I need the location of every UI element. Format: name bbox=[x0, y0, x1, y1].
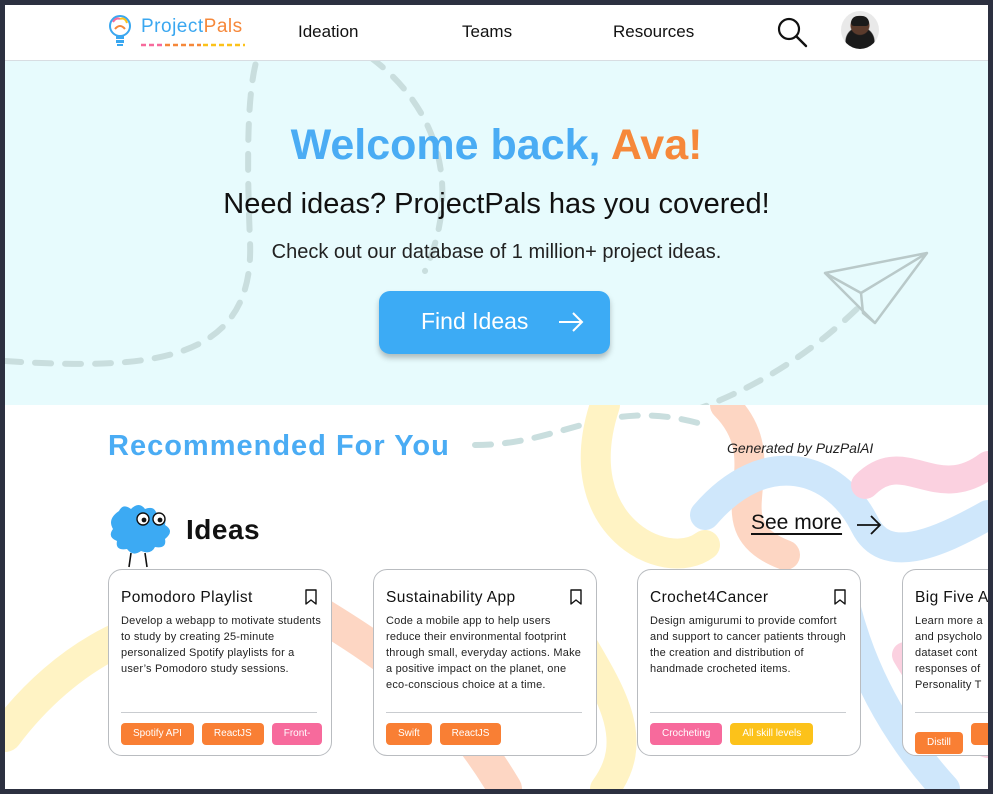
tag-chip[interactable] bbox=[970, 723, 988, 745]
avatar-hair bbox=[851, 16, 869, 26]
bookmark-icon[interactable] bbox=[569, 589, 583, 605]
card-divider bbox=[650, 712, 846, 713]
tag-chip[interactable]: Distill bbox=[915, 732, 963, 754]
card-divider bbox=[121, 712, 317, 713]
idea-card[interactable]: Pomodoro Playlist Develop a webapp to mo… bbox=[108, 569, 332, 756]
tag-list: Spotify API ReactJS Front- bbox=[121, 723, 330, 745]
idea-card[interactable]: Sustainability App Code a mobile app to … bbox=[373, 569, 597, 756]
bookmark-icon[interactable] bbox=[833, 589, 847, 605]
find-ideas-button[interactable]: Find Ideas bbox=[379, 291, 610, 354]
card-divider bbox=[915, 712, 988, 713]
idea-card-description: Code a mobile app to help users reduce t… bbox=[386, 615, 582, 691]
tag-chip[interactable]: Spotify API bbox=[121, 723, 194, 745]
tag-chip[interactable]: Swift bbox=[386, 723, 432, 745]
tag-list: Swift ReactJS bbox=[386, 723, 509, 745]
tag-chip[interactable]: ReactJS bbox=[439, 723, 502, 745]
idea-card[interactable]: Crochet4Cancer Design amigurumi to provi… bbox=[637, 569, 861, 756]
nav-resources[interactable]: Resources bbox=[613, 22, 694, 42]
search-icon[interactable] bbox=[775, 15, 809, 49]
user-name: Ava! bbox=[610, 121, 703, 169]
idea-card-description: Design amigurumi to provide comfort and … bbox=[650, 615, 846, 675]
logo-part-pals: Pals bbox=[203, 16, 243, 37]
top-navigation-bar: ProjectPals Ideation Teams Resources bbox=[5, 5, 988, 61]
tag-chip[interactable]: ReactJS bbox=[201, 723, 264, 745]
hero-description: Check out our database of 1 million+ pro… bbox=[271, 241, 722, 263]
logo-wordmark: ProjectPals bbox=[141, 16, 243, 38]
nav-teams[interactable]: Teams bbox=[462, 22, 512, 42]
welcome-heading: Welcome back, Ava! bbox=[5, 121, 988, 170]
tag-chip[interactable]: Crocheting bbox=[650, 723, 723, 745]
user-avatar[interactable] bbox=[841, 11, 879, 49]
app-window: ProjectPals Ideation Teams Resources Wel… bbox=[5, 5, 988, 789]
nav-ideation[interactable]: Ideation bbox=[298, 22, 359, 42]
tag-chip[interactable]: Front- bbox=[271, 723, 323, 745]
logo-part-project: Project bbox=[141, 16, 204, 37]
arrow-right-icon bbox=[559, 312, 584, 332]
lightbulb-logo-icon bbox=[109, 15, 131, 46]
find-ideas-label: Find Ideas bbox=[421, 308, 529, 334]
idea-card-title: Pomodoro Playlist bbox=[121, 589, 253, 606]
recommended-heading: Recommended For You bbox=[108, 430, 450, 462]
idea-card-title: Big Five A bbox=[915, 589, 988, 606]
logo-underline bbox=[141, 43, 245, 47]
idea-card-title: Sustainability App bbox=[386, 589, 516, 606]
bookmark-icon[interactable] bbox=[304, 589, 318, 605]
ideas-heading: Ideas bbox=[186, 514, 261, 545]
see-more-link[interactable]: See more bbox=[751, 511, 842, 535]
tag-list: Crocheting All skill levels bbox=[650, 723, 821, 745]
idea-card-title: Crochet4Cancer bbox=[650, 589, 769, 606]
idea-card-description: Learn more a and psycholo dataset cont r… bbox=[915, 615, 983, 691]
card-divider bbox=[386, 712, 582, 713]
puzzle-piece-mascot-icon bbox=[110, 505, 170, 568]
hero-subtitle: Need ideas? ProjectPals has you covered! bbox=[223, 188, 770, 220]
idea-card-partial[interactable]: Big Five A Learn more a and psycholo dat… bbox=[902, 569, 988, 756]
hero-section: Welcome back, Ava! Need ideas? ProjectPa… bbox=[5, 61, 988, 405]
generated-by-label: Generated by PuzPalAI bbox=[727, 440, 874, 456]
arrow-right-icon[interactable] bbox=[855, 514, 883, 536]
tag-list: Distill bbox=[915, 723, 988, 754]
idea-card-description: Develop a webapp to motivate students to… bbox=[121, 615, 322, 675]
welcome-greeting: Welcome back, bbox=[290, 121, 611, 169]
projectpals-logo[interactable]: ProjectPals bbox=[107, 13, 247, 51]
tag-chip[interactable]: All skill levels bbox=[730, 723, 814, 745]
